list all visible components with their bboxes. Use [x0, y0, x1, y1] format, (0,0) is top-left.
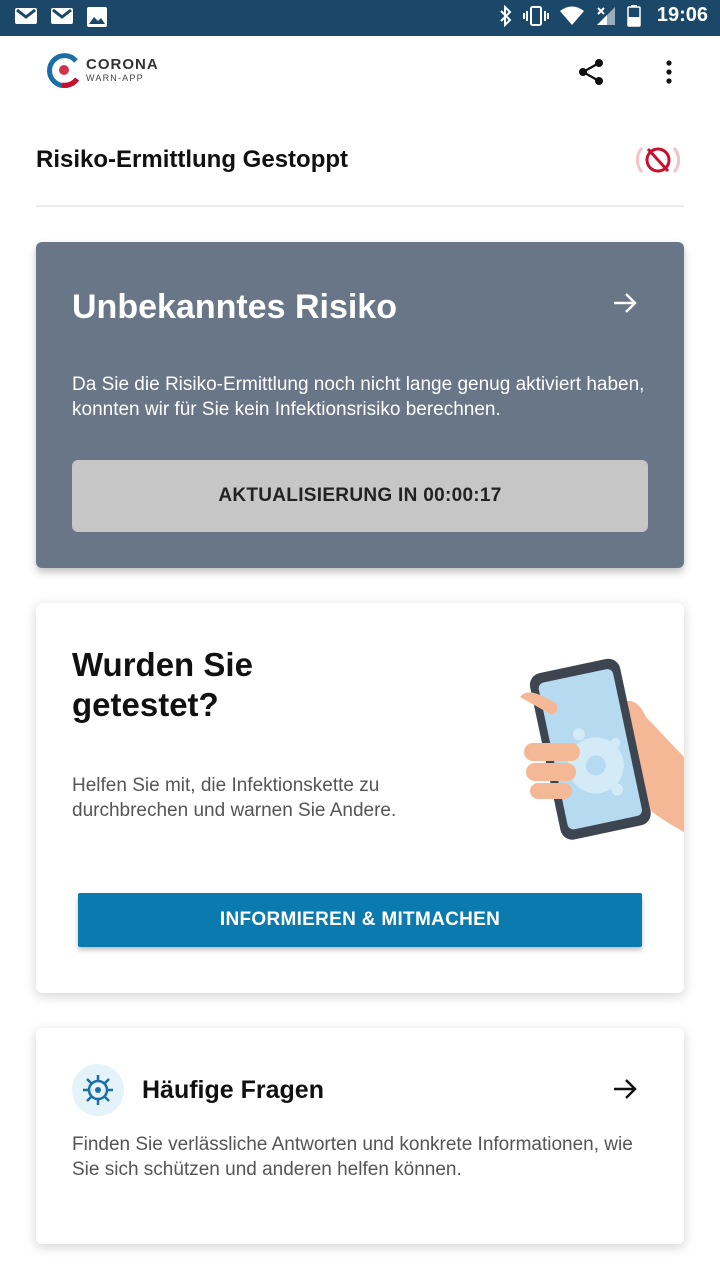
update-countdown-button[interactable]: AKTUALISIERUNG IN 00:00:17: [72, 460, 648, 532]
signal-icon: [596, 6, 615, 25]
test-description: Helfen Sie mit, die Infektionskette zu d…: [72, 775, 397, 821]
wifi-icon: [559, 6, 584, 25]
inform-participate-button[interactable]: INFORMIEREN & MITMACHEN: [78, 893, 642, 947]
overflow-menu-button[interactable]: [647, 50, 691, 94]
test-title: Wurden Sie getestet?: [72, 646, 253, 723]
clock: 19:06: [656, 4, 708, 26]
more-vert-icon: [666, 60, 672, 84]
risk-title: Unbekanntes Risiko: [72, 288, 397, 326]
faq-icon-circle: [72, 1064, 124, 1116]
tracing-stopped-icon[interactable]: [634, 140, 682, 180]
tracing-status-title: Risiko-Ermittlung Gestoppt: [36, 146, 348, 173]
virus-icon: [83, 1075, 113, 1105]
share-icon: [579, 59, 603, 85]
faq-description: Finden Sie verlässliche Antworten und ko…: [72, 1134, 633, 1180]
faq-card[interactable]: Häufige Fragen Finden Sie verlässliche A…: [36, 1028, 684, 1244]
hand-holding-phone-illustration: [520, 658, 684, 840]
bluetooth-icon: [500, 4, 512, 27]
faq-title: Häufige Fragen: [142, 1076, 324, 1104]
arrow-right-icon[interactable]: [612, 292, 638, 314]
notification-icons: [14, 6, 108, 28]
battery-icon: [627, 4, 641, 27]
vibrate-icon: [522, 5, 549, 26]
main-content: Risiko-Ermittlung Gestoppt Unbekanntes R…: [0, 106, 720, 1280]
gmail-icon: [51, 8, 73, 24]
test-card[interactable]: Wurden Sie getestet? Helfen Sie mit, die…: [36, 603, 684, 993]
share-button[interactable]: [569, 50, 613, 94]
app-logo: CORONA WARN-APP: [46, 52, 159, 88]
risk-card[interactable]: Unbekanntes Risiko Da Sie die Risiko-Erm…: [36, 242, 684, 568]
divider: [36, 205, 684, 207]
system-icons: 19:06: [499, 4, 708, 27]
image-icon: [87, 7, 107, 27]
status-bar: 19:06: [0, 0, 720, 36]
arrow-right-icon[interactable]: [612, 1078, 638, 1100]
logo-title: CORONA: [86, 56, 159, 73]
corona-logo-icon: [47, 53, 80, 88]
app-bar: CORONA WARN-APP: [0, 36, 720, 106]
logo-subtitle: WARN-APP: [86, 73, 144, 83]
risk-description: Da Sie die Risiko-Ermittlung noch nicht …: [72, 374, 645, 420]
gmail-icon: [15, 8, 37, 24]
